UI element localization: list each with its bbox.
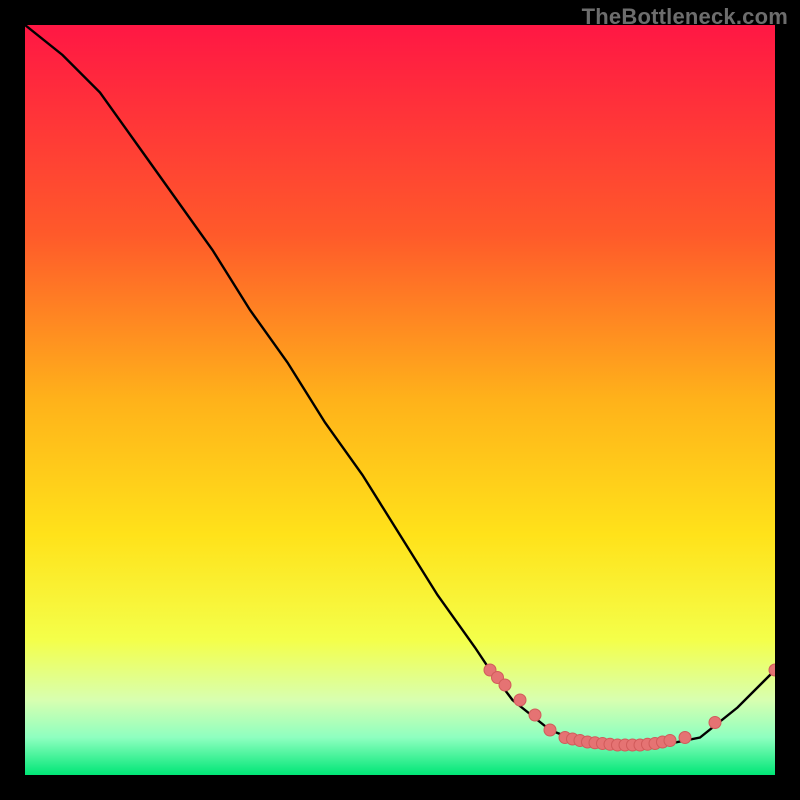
data-point-marker [664, 735, 676, 747]
chart-container: TheBottleneck.com [0, 0, 800, 800]
data-point-marker [514, 694, 526, 706]
plot-area [25, 25, 775, 775]
data-point-marker [499, 679, 511, 691]
gradient-background [25, 25, 775, 775]
data-point-marker [709, 717, 721, 729]
data-point-marker [544, 724, 556, 736]
data-point-marker [679, 732, 691, 744]
bottleneck-chart [25, 25, 775, 775]
data-point-marker [529, 709, 541, 721]
